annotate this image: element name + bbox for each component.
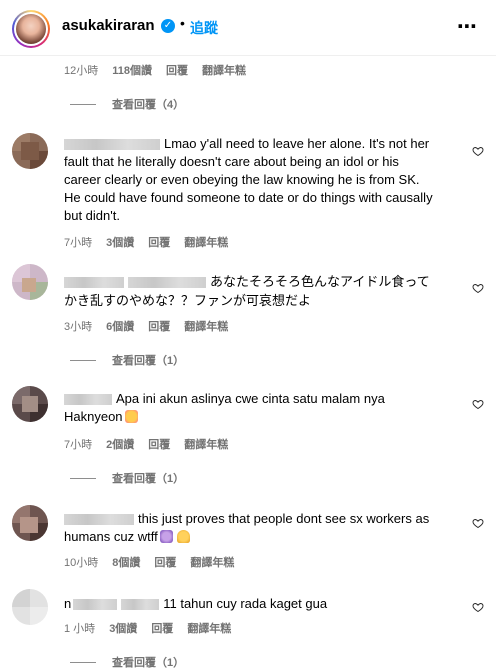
comment-meta: 7小時 2個讚 回覆 翻譯年糕 — [64, 436, 228, 452]
comment-body: Lmao y'all need to leave her alone. It's… — [64, 135, 434, 225]
blurred-username[interactable] — [64, 394, 112, 406]
likes-count[interactable]: 118個讚 — [112, 62, 152, 78]
view-replies-button[interactable]: 查看回覆（4） — [70, 96, 184, 112]
crying-emoji-icon — [159, 530, 173, 543]
blurred-avatar-icon — [12, 264, 48, 300]
comment-time: 3小時 — [64, 321, 93, 333]
divider-line — [70, 477, 96, 479]
username-initial[interactable]: n — [64, 596, 71, 611]
translate-button[interactable]: 翻譯年糕 — [184, 436, 228, 452]
heart-icon[interactable] — [472, 145, 484, 157]
translate-button[interactable]: 翻譯年糕 — [187, 620, 231, 636]
praying-hands-emoji-icon — [176, 530, 190, 543]
translate-button[interactable]: 翻譯年糕 — [184, 234, 228, 250]
reply-button[interactable]: 回覆 — [148, 234, 170, 250]
heart-icon[interactable] — [472, 282, 484, 294]
avatar[interactable] — [12, 589, 48, 625]
comment-body: Apa ini akun aslinya cwe cinta satu mala… — [64, 390, 434, 426]
comment-time: 7小時 — [64, 237, 93, 249]
blurred-username[interactable] — [64, 514, 134, 526]
blurred-username[interactable] — [73, 599, 118, 611]
heart-icon[interactable] — [472, 517, 484, 529]
blurred-avatar-icon — [12, 386, 48, 422]
follow-button[interactable]: 追蹤 — [190, 18, 218, 38]
likes-count[interactable]: 3個讚 — [109, 620, 137, 636]
blurred-avatar-icon — [12, 589, 48, 625]
blurred-username-part — [128, 277, 206, 289]
view-replies-label: 查看回覆（1） — [112, 473, 185, 485]
view-replies-label: 查看回覆（1） — [112, 355, 185, 367]
avatar[interactable] — [12, 133, 48, 169]
likes-count[interactable]: 3個讚 — [106, 234, 134, 250]
reply-button[interactable]: 回覆 — [148, 436, 170, 452]
view-replies-label: 查看回覆（4） — [112, 99, 185, 111]
profile-avatar[interactable] — [12, 10, 50, 48]
view-replies-label: 查看回覆（1） — [112, 657, 185, 669]
comment-body: あなたそろそろ色んなアイドル食ってかき乱すのやめな？？ファンが可哀想だよ — [64, 272, 434, 310]
reply-button[interactable]: 回覆 — [148, 318, 170, 334]
username[interactable]: asukakiraran — [62, 17, 155, 34]
view-replies-button[interactable]: 查看回覆（1） — [70, 470, 184, 486]
comment-body: n 11 tahun cuy rada kaget gua — [64, 595, 434, 613]
comment-time: 10小時 — [64, 557, 99, 569]
translate-button[interactable]: 翻譯年糕 — [184, 318, 228, 334]
reply-button[interactable]: 回覆 — [151, 620, 173, 636]
translate-button[interactable]: 翻譯年糕 — [190, 554, 234, 570]
avatar[interactable] — [12, 264, 48, 300]
avatar[interactable] — [12, 386, 48, 422]
avatar[interactable] — [12, 505, 48, 541]
divider-line — [70, 103, 96, 105]
comment-meta: 1 小時 3個讚 回覆 翻譯年糕 — [64, 620, 231, 636]
reply-button[interactable]: 回覆 — [154, 554, 176, 570]
comment-meta: 3小時 6個讚 回覆 翻譯年糕 — [64, 318, 228, 334]
blurred-username[interactable] — [64, 277, 124, 289]
blushing-emoji-icon — [124, 410, 138, 423]
comment-time: 12小時 — [64, 65, 99, 77]
post-header: asukakiraran ✓ • 追蹤 ⋯ — [0, 0, 496, 56]
translate-button[interactable]: 翻譯年糕 — [202, 62, 246, 78]
heart-icon[interactable] — [472, 398, 484, 410]
more-options-icon[interactable]: ⋯ — [457, 14, 478, 39]
comment-time: 1 小時 — [64, 623, 96, 635]
comment-meta: 10小時 8個讚 回覆 翻譯年糕 — [64, 554, 234, 570]
likes-count[interactable]: 2個讚 — [106, 436, 134, 452]
comment-text: Apa ini akun aslinya cwe cinta satu mala… — [64, 391, 385, 424]
view-replies-button[interactable]: 查看回覆（1） — [70, 654, 184, 670]
blurred-username[interactable] — [64, 139, 160, 151]
divider-line — [70, 359, 96, 361]
comment-meta: 7小時 3個讚 回覆 翻譯年糕 — [64, 234, 228, 250]
likes-count[interactable]: 8個讚 — [112, 554, 140, 570]
view-replies-button[interactable]: 查看回覆（1） — [70, 352, 184, 368]
divider-line — [70, 661, 96, 663]
comment-time: 7小時 — [64, 439, 93, 451]
verified-badge-icon: ✓ — [161, 19, 175, 33]
blurred-username-part — [121, 599, 160, 611]
likes-count[interactable]: 6個讚 — [106, 318, 134, 334]
avatar-photo — [16, 14, 46, 44]
blurred-avatar-icon — [12, 133, 48, 169]
heart-icon[interactable] — [472, 601, 484, 613]
reply-button[interactable]: 回覆 — [166, 62, 188, 78]
comment-text: 11 tahun cuy rada kaget gua — [163, 596, 328, 611]
comment-meta: 12小時 118個讚 回覆 翻譯年糕 — [64, 62, 246, 78]
blurred-avatar-icon — [12, 505, 48, 541]
separator: • — [180, 15, 185, 31]
comment-body: this just proves that people dont see sx… — [64, 510, 434, 546]
